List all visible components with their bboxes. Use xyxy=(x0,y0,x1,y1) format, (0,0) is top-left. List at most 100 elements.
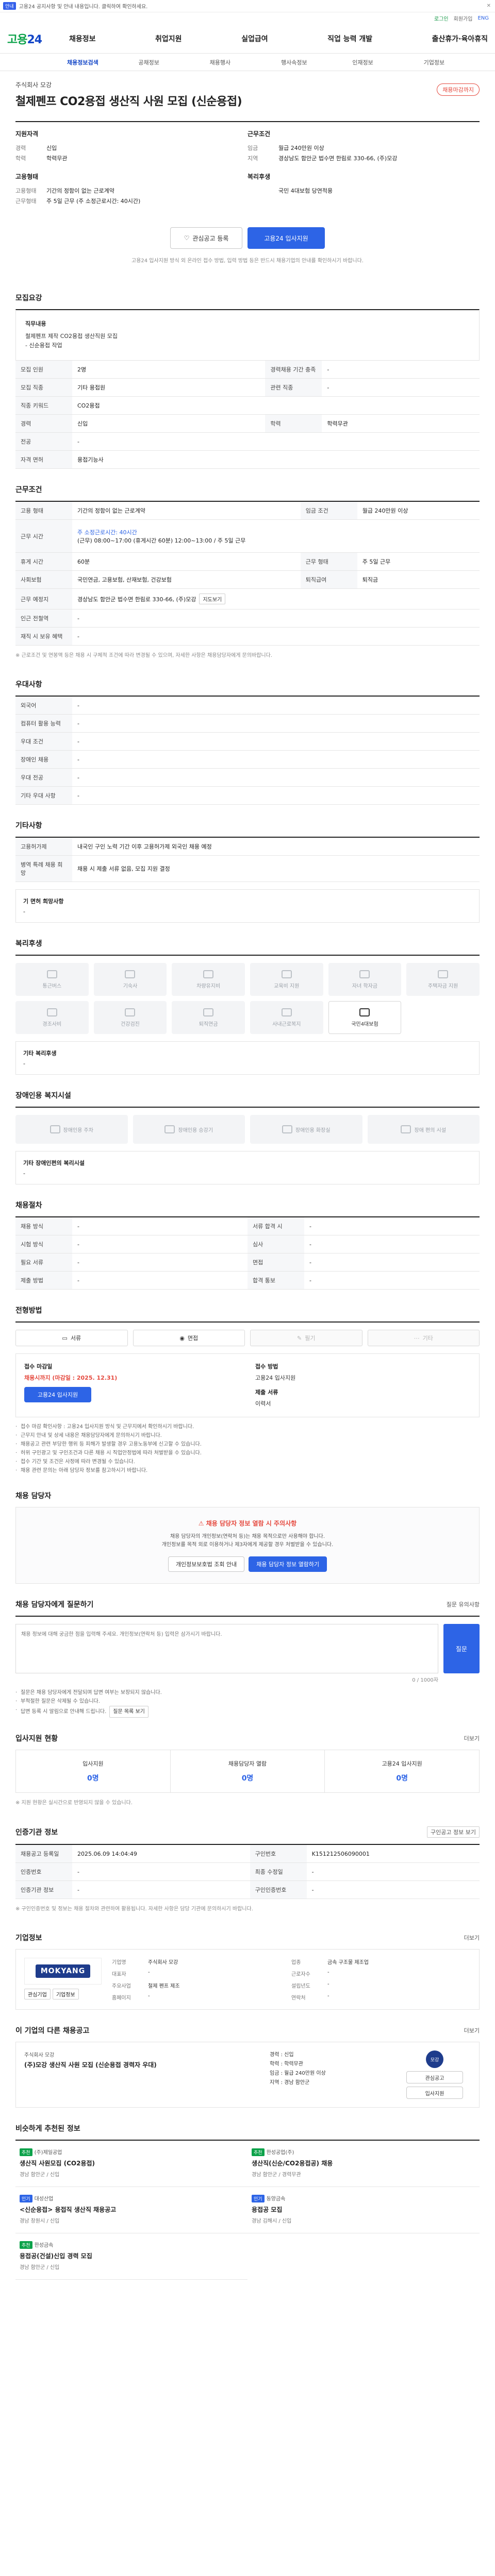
company-name[interactable]: 주식회사 모강 xyxy=(15,80,480,89)
work-table: 고용 형태 기간의 정함이 없는 근로계약 임금 조건 월급 240만원 이상 근무 … xyxy=(15,501,480,646)
welfare-label: 건강검진 xyxy=(121,1021,140,1027)
apply-button-secondary[interactable]: 고용24 입사지원 xyxy=(24,1387,91,1402)
method-written: ✎ 필기 xyxy=(250,1330,362,1346)
list-item: 부적절한 질문은 삭제될 수 있습니다. xyxy=(15,1697,480,1706)
other-job-apply-button[interactable]: 입사지원 xyxy=(406,2087,463,2099)
nav-training[interactable]: 직업 능력 개발 xyxy=(327,33,372,44)
table-key: 시험 방식 xyxy=(15,1235,72,1253)
summary-value: 경상남도 함안군 법수면 한림로 330-66, (주)모강 xyxy=(278,155,398,162)
nav-employment-support[interactable]: 취업지원 xyxy=(155,33,182,44)
subnav-company[interactable]: 기업정보 xyxy=(424,58,495,66)
work-address: 경상남도 함안군 법수면 한림로 330-66, (주)모강 xyxy=(77,596,196,603)
nav-unemployment[interactable]: 실업급여 xyxy=(241,33,268,44)
section-title: 우대사항 xyxy=(15,681,42,689)
subnav-info[interactable]: 행사속정보 xyxy=(281,58,352,66)
other-job-save-button[interactable]: 관심공고 xyxy=(406,2071,463,2083)
company-info-button[interactable]: 기업정보 xyxy=(52,1989,79,1999)
site-logo[interactable]: 고용24 xyxy=(7,30,69,47)
notice-text[interactable]: 고용24 공지사항 및 안내 내용입니다. 클릭하여 확인하세요. xyxy=(19,2,148,10)
table-row: 모집 직종 기타 용접원 관련 직종 - xyxy=(15,378,480,397)
work-hint: ※ 근로조건 및 연봉액 등은 채용 시 구체적 조건에 따라 변경될 수 있으… xyxy=(15,653,272,658)
company-value: - xyxy=(327,1993,329,1999)
company-badge: 모강 xyxy=(426,2050,443,2068)
nav-leave[interactable]: 출산휴가·육아휴직 xyxy=(432,33,488,44)
building-icon xyxy=(281,1008,292,1016)
view-contact-button[interactable]: 채용 담당자 정보 열람하기 xyxy=(249,1556,327,1572)
apply-button[interactable]: 고용24 입사지원 xyxy=(248,227,325,249)
status-more-link[interactable]: 더보기 xyxy=(464,1734,480,1742)
inquiry-guide-link[interactable]: 질문 유의사항 xyxy=(447,1600,480,1608)
welfare-label: 사내근로복지 xyxy=(272,1021,301,1027)
subnav-search[interactable]: 채용정보검색 xyxy=(67,58,138,66)
otherjobs-more-link[interactable]: 더보기 xyxy=(464,2026,480,2035)
rec-title[interactable]: 생산직 사원모집 (CO2용접) xyxy=(20,2159,243,2168)
table-key: 우대 전공 xyxy=(15,768,72,787)
nav-jobs[interactable]: 채용정보 xyxy=(69,33,96,44)
recommended-item[interactable]: 인기 동양금속 용접공 모집 경남 김해시 / 신입 xyxy=(248,2187,480,2233)
welfare-extra-label: 기타 복리후생 xyxy=(23,1050,57,1057)
section-title: 기업정보 xyxy=(15,1934,42,1942)
language-link[interactable]: ENG xyxy=(477,15,489,21)
map-button[interactable]: 지도보기 xyxy=(199,594,226,604)
dots-icon: ⋯ xyxy=(414,1334,420,1342)
rec-title[interactable]: 용접공(건설)신입 경력 모집 xyxy=(20,2252,243,2261)
table-value: - xyxy=(304,1235,480,1253)
rec-company: (주)제일공업 xyxy=(34,2150,62,2156)
inquiry-input[interactable] xyxy=(15,1624,438,1673)
section-title: 채용절차 xyxy=(15,1201,42,1210)
table-key: 제출 방법 xyxy=(15,1271,72,1290)
company-key: 연락처 xyxy=(291,1995,306,2001)
method-label: 면접 xyxy=(187,1335,199,1342)
table-row: 근무 시간 주 소정근로시간: 40시간 (근무) 08:00~17:00 (휴게시… xyxy=(15,519,480,553)
meta-line: 임금 : 월급 240만원 이상 xyxy=(270,2071,326,2076)
stat-value: 0명 xyxy=(241,1774,254,1783)
rec-company: 한성공업(주) xyxy=(266,2150,294,2156)
recommended-item[interactable]: 추천 한성공업(주) 생산직(신순/CO2용접공) 채용 경남 함안군 / 경력무관 xyxy=(248,2141,480,2187)
table-value: 주 5일 근무 xyxy=(357,552,480,571)
table-row: 인증번호 - 최종 수정일 - xyxy=(15,1862,480,1881)
company-key: 설립년도 xyxy=(291,1984,310,1989)
subnav-events[interactable]: 채용행사 xyxy=(210,58,281,66)
company-key: 주요사업 xyxy=(112,1984,131,1989)
login-link[interactable]: 로그인 xyxy=(434,14,449,22)
save-job-button[interactable]: ♡ 관심공고 등록 xyxy=(170,227,242,249)
section-title: 모집요강 xyxy=(15,294,42,302)
company-value: 철제 펜프 제조 xyxy=(148,1984,180,1989)
recommended-item[interactable]: 인기 대성산업 <신순용접> 용접직 생산직 채용공고 경남 창원시 / 신입 xyxy=(15,2187,248,2233)
table-value: - xyxy=(72,432,480,451)
rec-tag: 추천 xyxy=(20,2148,32,2156)
company-header: 기업정보 더보기 xyxy=(15,1933,480,1943)
welfare-label: 자녀 학자금 xyxy=(352,983,378,989)
method-interview: ◉ 면접 xyxy=(133,1330,245,1346)
company-more-link[interactable]: 더보기 xyxy=(464,1934,480,1942)
other-job-card[interactable]: 주식회사 모강 (주)모강 생산직 사원 모집 (신순용접 경력자 우대) 경력… xyxy=(15,2042,480,2108)
subnav-talent[interactable]: 인재정보 xyxy=(352,58,423,66)
other-job-title[interactable]: (주)모강 생산직 사원 모집 (신순용접 경력자 우대) xyxy=(24,2060,259,2070)
signup-link[interactable]: 회원가입 xyxy=(454,14,473,22)
inquiry-submit-button[interactable]: 질문 xyxy=(443,1624,480,1673)
method-label: 필기 xyxy=(305,1335,316,1342)
document-icon: ▭ xyxy=(62,1334,68,1342)
disabled-item: 장애 편의 시설 xyxy=(367,1115,480,1144)
table-value: - xyxy=(72,1880,250,1899)
jobinfo-more-button[interactable]: 구인공고 정보 보기 xyxy=(427,1826,480,1838)
otherjobs-header: 이 기업의 다른 채용공고 더보기 xyxy=(15,2025,480,2036)
recommended-item[interactable]: 추천 한성금속 용접공(건설)신입 경력 모집 경남 함안군 / 신입 xyxy=(15,2233,248,2280)
inquiry-list-button[interactable]: 질문 목록 보기 xyxy=(109,1706,148,1718)
method-row: ▭ 서류 ◉ 면접 ✎ 필기 ⋯ 기타 xyxy=(15,1321,480,1346)
follow-company-button[interactable]: 관심기업 xyxy=(24,1989,51,1999)
welfare-item: 차량유지비 xyxy=(172,963,245,996)
rec-title[interactable]: <신순용접> 용접직 생산직 채용공고 xyxy=(20,2206,243,2214)
subnav-public[interactable]: 공채정보 xyxy=(138,58,209,66)
welfare-item: 교육비 지원 xyxy=(250,963,323,996)
privacy-guide-button[interactable]: 개인정보보호법 조회 안내 xyxy=(168,1556,245,1572)
rec-title[interactable]: 생산직(신순/CO2용접공) 채용 xyxy=(252,2159,475,2168)
summary-value: 기간의 정함이 없는 근로계약 xyxy=(46,188,114,194)
summary-value: 월급 240만원 이상 xyxy=(278,145,324,151)
section-title: 비슷하게 추천된 정보 xyxy=(15,2125,80,2133)
recommended-item[interactable]: 추천 (주)제일공업 생산직 사원모집 (CO2용접) 경남 함안군 / 신입 xyxy=(15,2141,248,2187)
rec-title[interactable]: 용접공 모집 xyxy=(252,2206,475,2214)
table-key: 직종 키워드 xyxy=(15,396,72,415)
close-icon[interactable]: ✕ xyxy=(487,3,491,9)
table-row: 휴게 시간 60분 근무 형태 주 5일 근무 xyxy=(15,552,480,571)
